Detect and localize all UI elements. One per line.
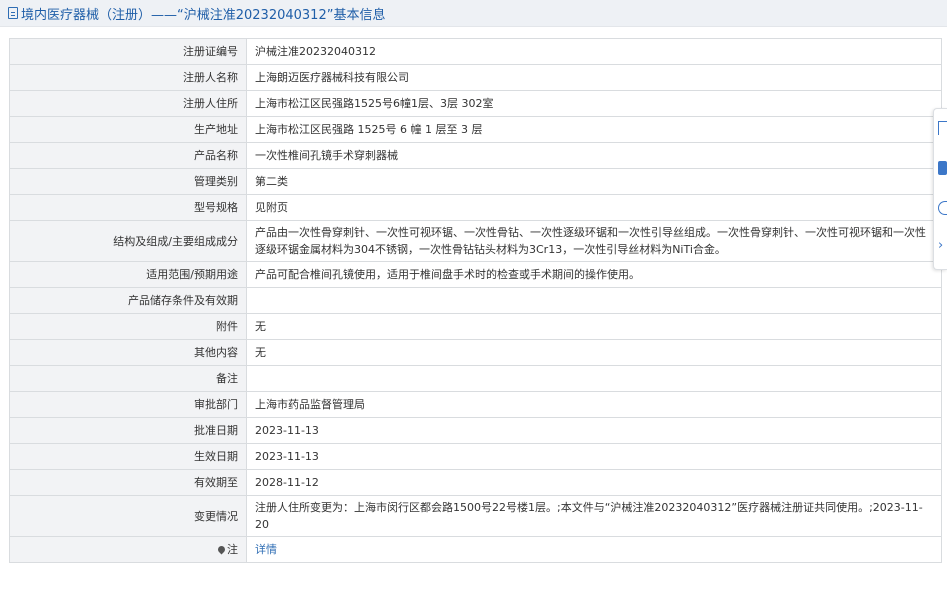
row-label: 审批部门 — [9, 391, 247, 418]
row-value: 上海市药品监督管理局 — [246, 391, 942, 418]
note-label-cell: 注 — [9, 536, 247, 563]
row-value: 第二类 — [246, 168, 942, 195]
table-row: 审批部门 上海市药品监督管理局 — [9, 391, 942, 418]
row-value: 2028-11-12 — [246, 469, 942, 496]
table-row: 变更情况 注册人住所变更为：上海市闵行区都会路1500号22号楼1层。;本文件与… — [9, 495, 942, 537]
row-value: 上海市松江区民强路 1525号 6 幢 1 层至 3 层 — [246, 116, 942, 143]
row-value: 一次性椎间孔镜手术穿刺器械 — [246, 142, 942, 169]
row-label: 结构及组成/主要组成成分 — [9, 220, 247, 262]
row-value: 2023-11-13 — [246, 443, 942, 470]
row-label: 产品储存条件及有效期 — [9, 287, 247, 314]
note-label: 注 — [227, 543, 238, 556]
side-toolbar: › — [933, 108, 947, 270]
note-row: 注 详情 — [9, 536, 942, 563]
table-row: 管理类别 第二类 — [9, 168, 942, 195]
table-row: 批准日期 2023-11-13 — [9, 417, 942, 444]
table-row: 注册人名称 上海朗迈医疗器械科技有限公司 — [9, 64, 942, 91]
document-icon — [8, 7, 18, 19]
row-value: 2023-11-13 — [246, 417, 942, 444]
table-row: 产品名称 一次性椎间孔镜手术穿刺器械 — [9, 142, 942, 169]
row-value: 见附页 — [246, 194, 942, 221]
row-label: 备注 — [9, 365, 247, 392]
note-value-cell: 详情 — [246, 536, 942, 563]
row-label: 生产地址 — [9, 116, 247, 143]
table-row: 附件 无 — [9, 313, 942, 340]
row-label: 有效期至 — [9, 469, 247, 496]
row-value: 产品由一次性骨穿刺针、一次性可视环锯、一次性骨钻、一次性逐级环锯和一次性引导丝组… — [246, 220, 942, 262]
table-row: 适用范围/预期用途 产品可配合椎间孔镜使用，适用于椎间盘手术时的检查或手术期间的… — [9, 261, 942, 288]
row-value: 上海朗迈医疗器械科技有限公司 — [246, 64, 942, 91]
details-link[interactable]: 详情 — [255, 543, 277, 556]
info-table: 注册证编号 沪械注准20232040312 注册人名称 上海朗迈医疗器械科技有限… — [9, 38, 942, 563]
row-label: 批准日期 — [9, 417, 247, 444]
row-label: 产品名称 — [9, 142, 247, 169]
pin-icon — [216, 544, 227, 555]
toolbar-icon-3[interactable] — [938, 201, 947, 215]
table-row: 型号规格 见附页 — [9, 194, 942, 221]
row-label: 注册人名称 — [9, 64, 247, 91]
table-row: 注册证编号 沪械注准20232040312 — [9, 38, 942, 65]
table-row: 注册人住所 上海市松江区民强路1525号6幢1层、3层 302室 — [9, 90, 942, 117]
table-row: 产品储存条件及有效期 — [9, 287, 942, 314]
row-value: 沪械注准20232040312 — [246, 38, 942, 65]
row-label: 注册证编号 — [9, 38, 247, 65]
row-label: 生效日期 — [9, 443, 247, 470]
row-value — [246, 287, 942, 314]
row-label: 附件 — [9, 313, 247, 340]
row-value: 产品可配合椎间孔镜使用，适用于椎间盘手术时的检查或手术期间的操作使用。 — [246, 261, 942, 288]
row-value — [246, 365, 942, 392]
table-row: 生产地址 上海市松江区民强路 1525号 6 幢 1 层至 3 层 — [9, 116, 942, 143]
toolbar-icon-2[interactable] — [938, 161, 947, 175]
table-row: 备注 — [9, 365, 942, 392]
row-value: 无 — [246, 339, 942, 366]
table-row: 生效日期 2023-11-13 — [9, 443, 942, 470]
table-row: 结构及组成/主要组成成分 产品由一次性骨穿刺针、一次性可视环锯、一次性骨钻、一次… — [9, 220, 942, 262]
table-row: 有效期至 2028-11-12 — [9, 469, 942, 496]
row-label: 注册人住所 — [9, 90, 247, 117]
table-row: 其他内容 无 — [9, 339, 942, 366]
page-header: 境内医疗器械（注册）——“沪械注准20232040312”基本信息 — [0, 0, 947, 27]
row-label: 型号规格 — [9, 194, 247, 221]
row-label: 其他内容 — [9, 339, 247, 366]
row-label: 适用范围/预期用途 — [9, 261, 247, 288]
row-value: 注册人住所变更为：上海市闵行区都会路1500号22号楼1层。;本文件与“沪械注准… — [246, 495, 942, 537]
row-label: 管理类别 — [9, 168, 247, 195]
chevron-right-icon[interactable]: › — [938, 239, 947, 253]
row-label: 变更情况 — [9, 495, 247, 537]
page-title: 境内医疗器械（注册）——“沪械注准20232040312”基本信息 — [21, 7, 386, 23]
row-value: 无 — [246, 313, 942, 340]
row-value: 上海市松江区民强路1525号6幢1层、3层 302室 — [246, 90, 942, 117]
toolbar-icon-1[interactable] — [938, 121, 947, 135]
